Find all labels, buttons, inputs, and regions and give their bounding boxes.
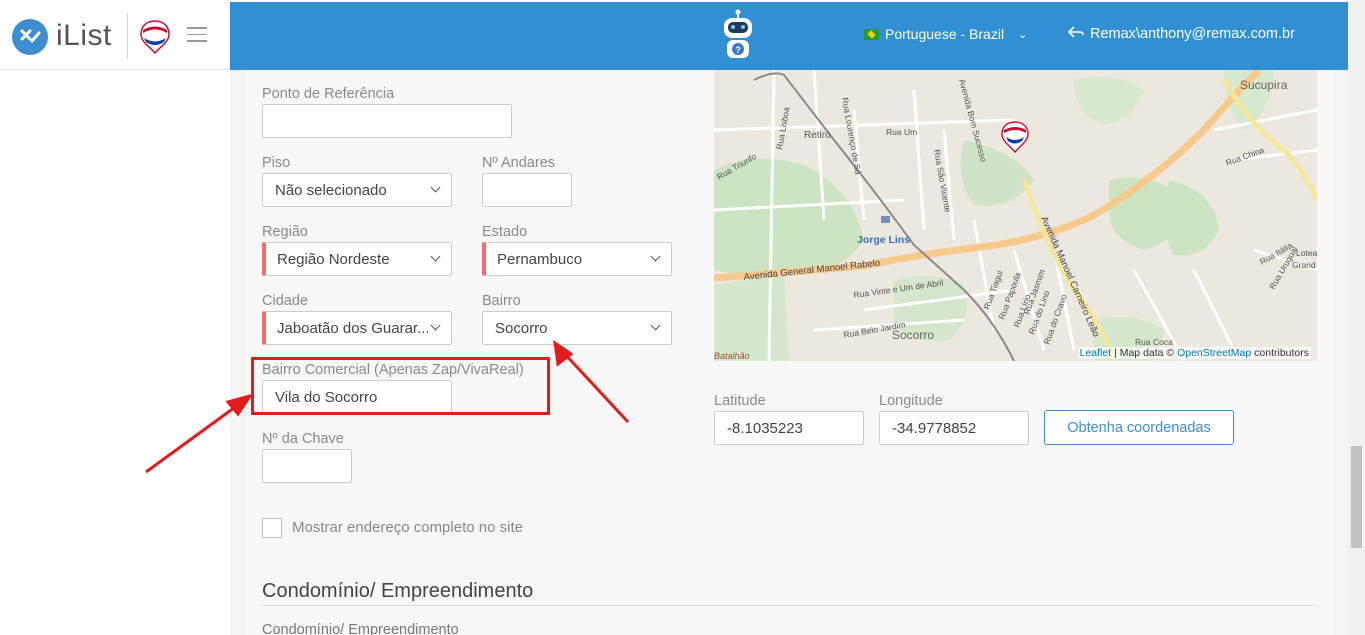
map-label: Sucupira (1240, 78, 1288, 92)
condominio-label: Condomínio/ Empreendimento (262, 622, 459, 635)
map-label: Jorge Lins (857, 234, 910, 246)
hamburger-icon[interactable] (187, 27, 207, 43)
annotation-arrow-left (145, 403, 239, 474)
mostrar-endereco-label: Mostrar endereço completo no site (292, 519, 523, 536)
map-view[interactable]: Sucupira Retiro Jorge Lins Avenida Gener… (714, 70, 1317, 361)
chevron-down-icon (650, 251, 661, 262)
cidade-label: Cidade (262, 293, 308, 309)
language-label: Portuguese - Brazil (885, 26, 1005, 42)
longitude-label: Longitude (879, 393, 943, 409)
regiao-select[interactable]: Região Nordeste (262, 242, 452, 276)
language-selector[interactable]: Portuguese - Brazil ⌄ (864, 26, 1027, 42)
section-title: Condomínio/ Empreendimento (262, 580, 534, 602)
remax-marker-icon[interactable] (1001, 121, 1029, 154)
map-attribution: Leaflet | Map data © OpenStreetMap contr… (1077, 347, 1311, 359)
attribution-sep: | Map data © (1114, 347, 1175, 359)
bairro-select[interactable]: Socorro (482, 311, 672, 345)
latitude-label: Latitude (714, 393, 766, 409)
map-label: Rua China (1224, 145, 1265, 168)
brand-name: iList (56, 19, 112, 52)
latitude-input[interactable]: -8.1035223 (714, 411, 864, 445)
map-label: Rua Um (886, 127, 917, 137)
get-coordinates-button[interactable]: Obtenha coordenadas (1044, 410, 1234, 445)
chevron-down-icon (430, 251, 441, 262)
n-chave-label: Nº da Chave (262, 431, 344, 447)
user-menu[interactable]: Remax\anthony@remax.com.br (1067, 26, 1295, 42)
leaflet-link[interactable]: Leaflet (1080, 347, 1112, 359)
ponto-referencia-input[interactable] (262, 104, 512, 138)
top-bar: ? Portuguese - Brazil ⌄ Remax\anthony@re… (230, 2, 1348, 70)
piso-label: Piso (262, 155, 291, 171)
help-bot-icon[interactable]: ? (716, 9, 760, 63)
ilist-logo-icon[interactable] (12, 19, 48, 55)
ponto-referencia-label: Ponto de Referência (262, 86, 395, 102)
highlight-box (251, 357, 550, 415)
bairro-label: Bairro (482, 293, 521, 309)
longitude-input[interactable]: -34.9778852 (879, 411, 1029, 445)
map-label: Rua Lourenço de Sá (840, 97, 863, 176)
chevron-down-icon (430, 320, 441, 331)
chevron-down-icon (430, 182, 441, 193)
cidade-value: Jaboatão dos Guarar... (277, 320, 430, 337)
n-chave-input[interactable] (262, 449, 352, 483)
user-email: Remax\anthony@remax.com.br (1090, 26, 1295, 42)
map-label: Avenida Manoel Carneiro Leão (1038, 215, 1101, 339)
map-park (1165, 180, 1219, 256)
osm-link[interactable]: OpenStreetMap (1177, 347, 1251, 359)
map-label: Lotea (1296, 248, 1317, 258)
regiao-value: Região Nordeste (277, 251, 390, 268)
svg-text:?: ? (735, 45, 741, 55)
piso-value: Não selecionado (275, 182, 387, 199)
section-divider (262, 605, 1317, 606)
piso-select[interactable]: Não selecionado (262, 173, 452, 207)
bairro-value: Socorro (495, 320, 548, 337)
map-park (714, 275, 789, 361)
estado-select[interactable]: Pernambuco (482, 242, 672, 276)
brand-panel: iList (0, 0, 230, 70)
estado-label: Estado (482, 224, 528, 240)
remax-balloon-icon (140, 20, 170, 55)
regiao-label: Região (262, 224, 308, 240)
chevron-down-icon: ⌄ (1018, 28, 1028, 41)
cidade-select[interactable]: Jaboatão dos Guarar... (262, 311, 452, 345)
map-label: Rua Coca (1135, 337, 1173, 347)
map-park (960, 140, 1034, 206)
brand-divider (127, 13, 128, 59)
attribution-tail: contributors (1254, 347, 1309, 359)
n-andares-input[interactable] (482, 173, 572, 207)
map-label: Batalhão (714, 351, 750, 361)
scrollbar-thumb[interactable] (1351, 446, 1362, 548)
map-park (714, 158, 864, 277)
estado-value: Pernambuco (497, 251, 583, 268)
map-avenue (1221, 78, 1317, 201)
chevron-down-icon (650, 320, 661, 331)
map-label: Retiro (804, 130, 831, 141)
logout-arrow-icon (1067, 26, 1084, 42)
mostrar-endereco-checkbox[interactable] (262, 518, 282, 538)
map-station-icon (881, 216, 890, 223)
map-park (1074, 76, 1144, 125)
brazil-flag-icon (864, 28, 879, 40)
n-andares-label: Nº Andares (482, 155, 556, 171)
map-label: Grand (1292, 260, 1316, 270)
